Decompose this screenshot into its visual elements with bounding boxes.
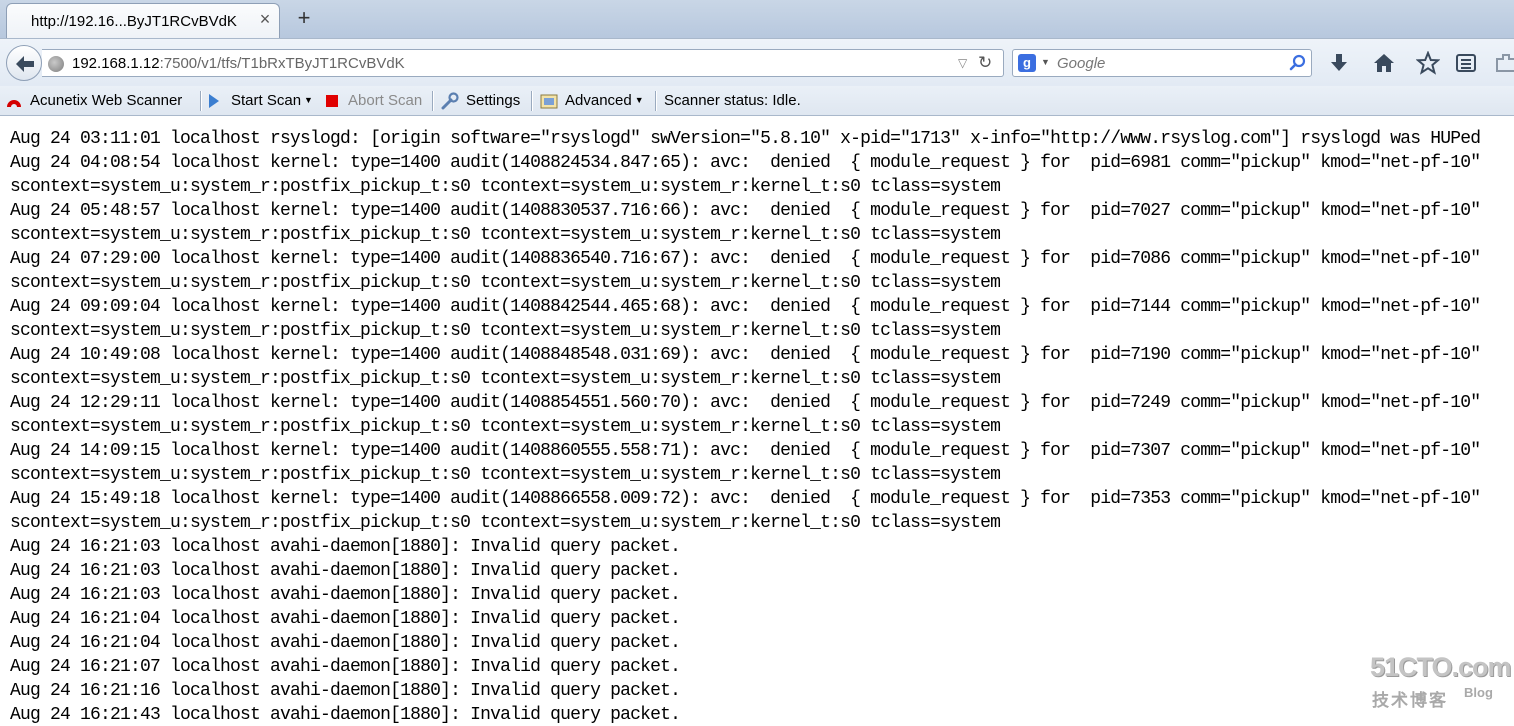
url-host: 192.168.1.12	[72, 55, 160, 72]
chevron-down-icon: ▼	[634, 95, 644, 105]
log-line: Aug 24 07:29:00 localhost kernel: type=1…	[10, 249, 1481, 269]
toolbar-divider	[655, 91, 656, 111]
log-line: scontext=system_u:system_r:postfix_picku…	[10, 321, 1001, 341]
watermark-blog: Blog	[1464, 685, 1493, 700]
log-line: Aug 24 05:48:57 localhost kernel: type=1…	[10, 201, 1481, 221]
back-button[interactable]	[6, 45, 42, 81]
log-line: Aug 24 14:09:15 localhost kernel: type=1…	[10, 441, 1481, 461]
play-icon[interactable]	[209, 94, 219, 108]
log-line: Aug 24 03:11:01 localhost rsyslogd: [ori…	[10, 129, 1481, 149]
toolbar-divider	[531, 91, 532, 111]
log-line: Aug 24 16:21:03 localhost avahi-daemon[1…	[10, 585, 681, 605]
chevron-down-icon: ▼	[304, 95, 313, 105]
url-path: :7500/v1/tfs/T1bRxTByJT1RCvBVdK	[159, 55, 405, 72]
download-icon[interactable]	[1327, 51, 1351, 75]
acunetix-logo-icon	[7, 100, 21, 107]
chevron-down-icon[interactable]: ▼	[1041, 57, 1050, 67]
back-icon	[16, 56, 34, 72]
reload-icon[interactable]: ↻	[978, 53, 992, 73]
addon-toolbar: Acunetix Web Scanner Start Scan ▼ Abort S…	[0, 86, 1514, 116]
log-line: scontext=system_u:system_r:postfix_picku…	[10, 369, 1001, 389]
advanced-icon[interactable]	[540, 92, 558, 110]
start-scan-button[interactable]: Start Scan ▼	[231, 92, 313, 109]
log-line: scontext=system_u:system_r:postfix_picku…	[10, 513, 1001, 533]
tab-active[interactable]: http://192.16...ByJT1RCvBVdK ×	[6, 3, 280, 39]
stop-icon	[326, 95, 338, 107]
log-line: Aug 24 12:29:11 localhost kernel: type=1…	[10, 393, 1481, 413]
bookmark-star-icon[interactable]	[1416, 51, 1440, 75]
new-tab-button[interactable]: +	[292, 6, 316, 30]
log-text: Aug 24 03:11:01 localhost rsyslogd: [ori…	[10, 127, 1481, 726]
log-line: Aug 24 16:21:43 localhost avahi-daemon[1…	[10, 705, 681, 725]
settings-button[interactable]: Settings	[466, 92, 520, 109]
url-bar[interactable]: 192.168.1.12:7500/v1/tfs/T1bRxTByJT1RCvB…	[42, 49, 1004, 77]
advanced-label: Advanced	[565, 92, 632, 109]
page-content: Aug 24 03:11:01 localhost rsyslogd: [ori…	[0, 117, 1514, 726]
wrench-icon[interactable]	[441, 92, 459, 110]
dropdown-icon[interactable]: ▽	[958, 56, 967, 70]
advanced-button[interactable]: Advanced ▼	[565, 92, 644, 109]
abort-scan-button: Abort Scan	[348, 92, 423, 109]
start-scan-label: Start Scan	[231, 92, 302, 109]
log-line: Aug 24 04:08:54 localhost kernel: type=1…	[10, 153, 1481, 173]
log-line: Aug 24 09:09:04 localhost kernel: type=1…	[10, 297, 1481, 317]
tab-title: http://192.16...ByJT1RCvBVdK	[31, 13, 237, 30]
site-identity-icon[interactable]	[48, 56, 64, 72]
tab-strip: http://192.16...ByJT1RCvBVdK × +	[0, 0, 1514, 39]
toolbar-divider	[432, 91, 433, 111]
google-icon[interactable]: g	[1018, 54, 1036, 72]
toolbar-divider	[200, 91, 201, 111]
watermark: 51CTO.com 技术博客 Blog	[1368, 652, 1512, 712]
log-line: scontext=system_u:system_r:postfix_picku…	[10, 273, 1001, 293]
log-line: Aug 24 16:21:03 localhost avahi-daemon[1…	[10, 561, 681, 581]
search-icon[interactable]	[1289, 54, 1307, 72]
bookmarks-list-icon[interactable]	[1454, 51, 1478, 75]
log-line: Aug 24 16:21:03 localhost avahi-daemon[1…	[10, 537, 681, 557]
log-line: scontext=system_u:system_r:postfix_picku…	[10, 225, 1001, 245]
log-line: Aug 24 16:21:04 localhost avahi-daemon[1…	[10, 609, 681, 629]
navigation-bar: 192.168.1.12:7500/v1/tfs/T1bRxTByJT1RCvB…	[0, 38, 1514, 86]
search-bar[interactable]: g ▼ Google	[1012, 49, 1312, 77]
log-line: scontext=system_u:system_r:postfix_picku…	[10, 177, 1001, 197]
close-icon[interactable]: ×	[257, 10, 273, 28]
watermark-logo: 51CTO.com	[1370, 652, 1512, 682]
url-text[interactable]: 192.168.1.12:7500/v1/tfs/T1bRxTByJT1RCvB…	[72, 55, 405, 72]
extension-icon[interactable]	[1494, 51, 1514, 75]
search-input[interactable]: Google	[1057, 55, 1105, 72]
log-line: Aug 24 16:21:07 localhost avahi-daemon[1…	[10, 657, 681, 677]
log-line: scontext=system_u:system_r:postfix_picku…	[10, 465, 1001, 485]
log-line: Aug 24 16:21:04 localhost avahi-daemon[1…	[10, 633, 681, 653]
home-icon[interactable]	[1372, 51, 1396, 75]
log-line: scontext=system_u:system_r:postfix_picku…	[10, 417, 1001, 437]
log-line: Aug 24 10:49:08 localhost kernel: type=1…	[10, 345, 1481, 365]
watermark-subtitle: 技术博客	[1372, 691, 1448, 710]
scanner-status: Scanner status: Idle.	[664, 92, 801, 109]
log-line: Aug 24 16:21:16 localhost avahi-daemon[1…	[10, 681, 681, 701]
acunetix-label[interactable]: Acunetix Web Scanner	[30, 92, 182, 109]
log-line: Aug 24 15:49:18 localhost kernel: type=1…	[10, 489, 1481, 509]
